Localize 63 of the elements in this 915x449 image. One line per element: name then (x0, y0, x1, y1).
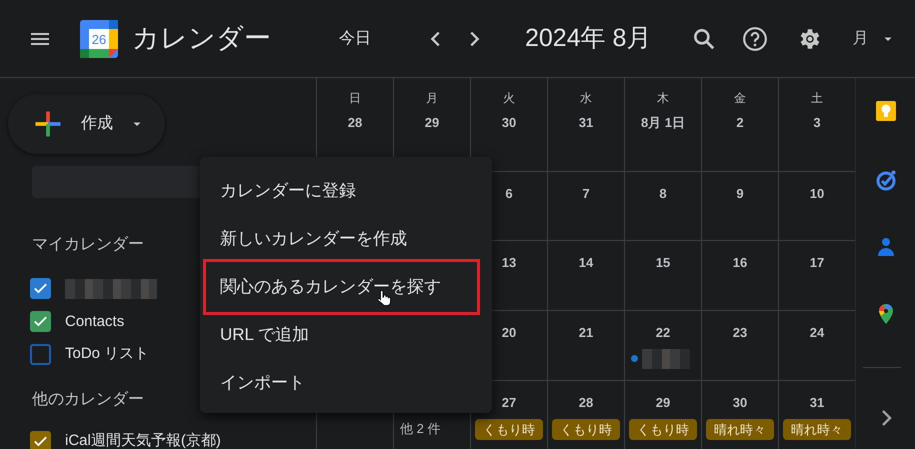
date-number[interactable]: 29 (424, 113, 440, 132)
calendar-label: ToDo リスト (65, 344, 150, 364)
date-number[interactable]: 9 (736, 184, 744, 204)
event-chip[interactable]: くもり時 (552, 418, 620, 440)
menu-item[interactable]: インポート (200, 359, 492, 407)
calendar-label: iCal週間天気予報(京都) (65, 431, 221, 449)
hand-cursor-icon (375, 287, 393, 309)
calendar-checkbox[interactable] (30, 311, 51, 332)
date-number[interactable]: 8 (659, 184, 667, 204)
weekday-label: 水 (580, 90, 592, 107)
date-number[interactable]: 28 (348, 113, 362, 132)
calendar-checkbox[interactable] (30, 344, 51, 365)
date-number[interactable]: 30 (732, 393, 748, 412)
app-logo: 26 (80, 20, 118, 58)
task-check-icon[interactable] (874, 168, 898, 192)
section-title: 他のカレンダー (32, 390, 144, 410)
date-number[interactable]: 3 (813, 113, 821, 132)
more-events-link[interactable]: 他 2 件 (400, 419, 440, 438)
calendar-checkbox[interactable] (30, 430, 51, 449)
weekday-label: 日 (349, 90, 361, 107)
weekday-label: 木 (657, 90, 669, 107)
date-number[interactable]: 22 (656, 323, 670, 342)
date-number[interactable]: 15 (656, 253, 670, 272)
calendar-checkbox[interactable] (30, 278, 51, 299)
date-number[interactable]: 30 (502, 113, 516, 132)
date-number[interactable]: 21 (578, 323, 594, 342)
date-number[interactable]: 29 (656, 393, 670, 412)
date-number[interactable]: 31 (810, 393, 824, 412)
help-button[interactable] (742, 26, 768, 52)
create-button[interactable]: 作成 (8, 94, 165, 154)
today-button[interactable]: 今日 (339, 22, 371, 54)
date-number[interactable]: 16 (732, 253, 748, 272)
date-number[interactable]: 17 (810, 253, 824, 272)
date-number[interactable]: 20 (502, 323, 516, 342)
view-selector[interactable]: 月 (852, 26, 894, 50)
weekday-label: 月 (426, 90, 438, 107)
weekday-label: 金 (734, 90, 746, 107)
event-chip[interactable]: くもり時 (475, 418, 543, 440)
plus-icon (33, 109, 63, 139)
weekday-label: 火 (503, 90, 515, 107)
date-number[interactable]: 7 (582, 184, 590, 204)
date-number[interactable]: 24 (810, 323, 824, 342)
date-number[interactable]: 27 (502, 393, 516, 412)
section-title: マイカレンダー (32, 235, 144, 255)
event-chip[interactable]: くもり時 (629, 418, 697, 440)
date-number[interactable]: 14 (578, 253, 594, 272)
date-number[interactable]: 6 (505, 184, 513, 204)
help-icon (742, 26, 768, 52)
event-chip[interactable]: 晴れ時々 (783, 418, 851, 440)
date-number[interactable]: 28 (578, 393, 594, 412)
date-number[interactable]: 23 (732, 323, 748, 342)
lightbulb-icon[interactable] (874, 99, 898, 123)
date-number[interactable]: 13 (502, 253, 516, 272)
app-title: カレンダー (132, 22, 271, 56)
date-number[interactable]: 31 (578, 113, 594, 132)
date-number[interactable]: 10 (810, 184, 824, 204)
period-title: 2024年 8月 (525, 22, 652, 54)
calendar-label: Contacts (65, 312, 124, 332)
event-chip[interactable]: 晴れ時々 (706, 418, 774, 440)
date-number[interactable]: 2 (736, 113, 744, 132)
menu-item[interactable]: カレンダーに登録 (200, 167, 492, 215)
date-number[interactable]: 8月 1日 (640, 113, 686, 132)
weekday-label: 土 (811, 90, 823, 107)
